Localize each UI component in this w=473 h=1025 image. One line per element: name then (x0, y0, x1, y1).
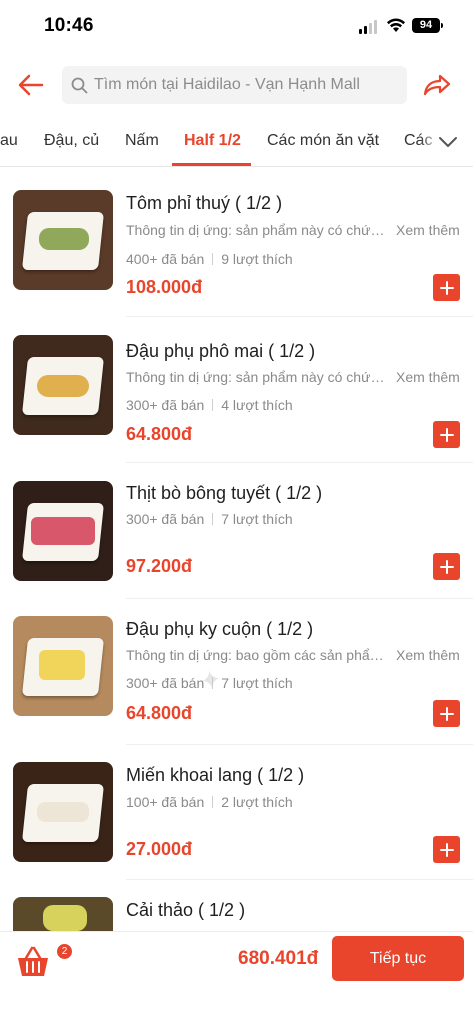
product-stats: 100+ đã bán 2 lượt thích (126, 794, 293, 810)
cart-bar: 2 680.401đ Tiếp tục (0, 931, 473, 1025)
tab-snacks[interactable]: Các món ăn vặt (267, 132, 379, 150)
list-item[interactable]: Tôm phỉ thuý ( 1/2 ) Thông tin dị ứng: s… (0, 167, 473, 317)
plus-icon (439, 280, 454, 295)
chevron-down-icon[interactable] (438, 135, 458, 149)
cellular-signal-icon (359, 20, 379, 34)
list-item[interactable]: Đậu phụ ky cuộn ( 1/2 ) Thông tin dị ứng… (0, 599, 473, 745)
product-price: 108.000đ (126, 277, 203, 297)
category-tabs: au Đậu, củ Nấm Half 1/2 Các món ăn vặt C… (0, 122, 473, 167)
tab-nam[interactable]: Nấm (125, 132, 159, 150)
list-item[interactable]: Miến khoai lang ( 1/2 ) 100+ đã bán 2 lượ… (0, 745, 473, 880)
status-bar: 10:46 94 (0, 0, 473, 50)
product-stats: 300+ đã bán 4 lượt thích (126, 397, 293, 413)
plus-icon (439, 427, 454, 442)
like-count: 9 lượt thích (221, 251, 293, 267)
search-bar[interactable] (62, 66, 407, 104)
share-button[interactable] (420, 68, 454, 102)
like-count: 2 lượt thích (221, 794, 293, 810)
product-name: Thịt bò bông tuyết ( 1/2 ) (126, 483, 323, 503)
product-list: Tôm phỉ thuý ( 1/2 ) Thông tin dị ứng: s… (0, 167, 473, 931)
add-to-cart-button[interactable] (433, 274, 460, 301)
allergy-info: Thông tin dị ứng: sản phẩm này có chứa s… (126, 369, 388, 385)
tab-category[interactable]: au (0, 132, 18, 150)
product-price: 27.000đ (126, 839, 193, 859)
see-more-link[interactable]: Xem thêm (396, 369, 460, 385)
product-image (13, 897, 113, 931)
see-more-link[interactable]: Xem thêm (396, 647, 460, 663)
plus-icon (439, 842, 454, 857)
back-arrow-icon (18, 74, 44, 96)
list-item[interactable]: Cải thảo ( 1/2 ) (0, 880, 473, 931)
product-price: 97.200đ (126, 556, 193, 576)
sold-count: 100+ đã bán (126, 794, 205, 810)
sold-count: 300+ đã bán (126, 397, 205, 413)
allergy-info: Thông tin dị ứng: sản phẩm này có chứa t… (126, 222, 388, 238)
tab-dau-cu[interactable]: Đậu, củ (44, 132, 99, 150)
cart-basket-icon (18, 946, 48, 976)
share-icon (423, 74, 451, 96)
cart-total: 680.401đ (238, 948, 319, 969)
product-image (13, 762, 113, 862)
product-image (13, 190, 113, 290)
like-count: 7 lượt thích (221, 511, 293, 527)
product-price: 64.800đ (126, 424, 193, 444)
continue-button[interactable]: Tiếp tục (332, 936, 464, 981)
wifi-icon (387, 18, 405, 32)
add-to-cart-button[interactable] (433, 553, 460, 580)
allergy-info: Thông tin dị ứng: bao gồm các sản phẩm t… (126, 647, 388, 663)
product-name: Miến khoai lang ( 1/2 ) (126, 765, 305, 785)
list-item[interactable]: Thịt bò bông tuyết ( 1/2 ) 300+ đã bán 7 … (0, 463, 473, 599)
see-more-link[interactable]: Xem thêm (396, 222, 460, 238)
product-name: Đậu phụ phô mai ( 1/2 ) (126, 341, 316, 361)
cart-count-badge: 2 (57, 944, 72, 959)
product-name: Cải thảo ( 1/2 ) (126, 900, 246, 920)
search-input[interactable] (94, 66, 399, 104)
product-name: Đậu phụ ky cuộn ( 1/2 ) (126, 619, 314, 639)
battery-tip (441, 23, 443, 28)
cart-button[interactable]: 2 (14, 944, 72, 984)
product-name: Tôm phỉ thuý ( 1/2 ) (126, 193, 283, 213)
active-tab-indicator (172, 163, 251, 166)
add-to-cart-button[interactable] (433, 700, 460, 727)
search-icon (71, 77, 88, 94)
like-count: 7 lượt thích (221, 675, 293, 691)
product-stats: 300+ đã bán 7 lượt thích (126, 511, 293, 527)
product-image (13, 335, 113, 435)
status-time: 10:46 (44, 15, 94, 36)
sold-count: 400+ đã bán (126, 251, 205, 267)
product-image (13, 481, 113, 581)
product-price: 64.800đ (126, 703, 193, 723)
plus-icon (439, 559, 454, 574)
product-image (13, 616, 113, 716)
header (0, 62, 473, 108)
sold-count: 300+ đã bán (126, 675, 205, 691)
like-count: 4 lượt thích (221, 397, 293, 413)
sold-count: 300+ đã bán (126, 511, 205, 527)
list-item[interactable]: Đậu phụ phô mai ( 1/2 ) Thông tin dị ứng… (0, 317, 473, 463)
tab-half[interactable]: Half 1/2 (184, 132, 241, 150)
add-to-cart-button[interactable] (433, 421, 460, 448)
product-stats: 400+ đã bán 9 lượt thích (126, 251, 293, 267)
plus-icon (439, 706, 454, 721)
back-button[interactable] (14, 68, 48, 102)
battery-icon: 94 (412, 18, 440, 33)
add-to-cart-button[interactable] (433, 836, 460, 863)
